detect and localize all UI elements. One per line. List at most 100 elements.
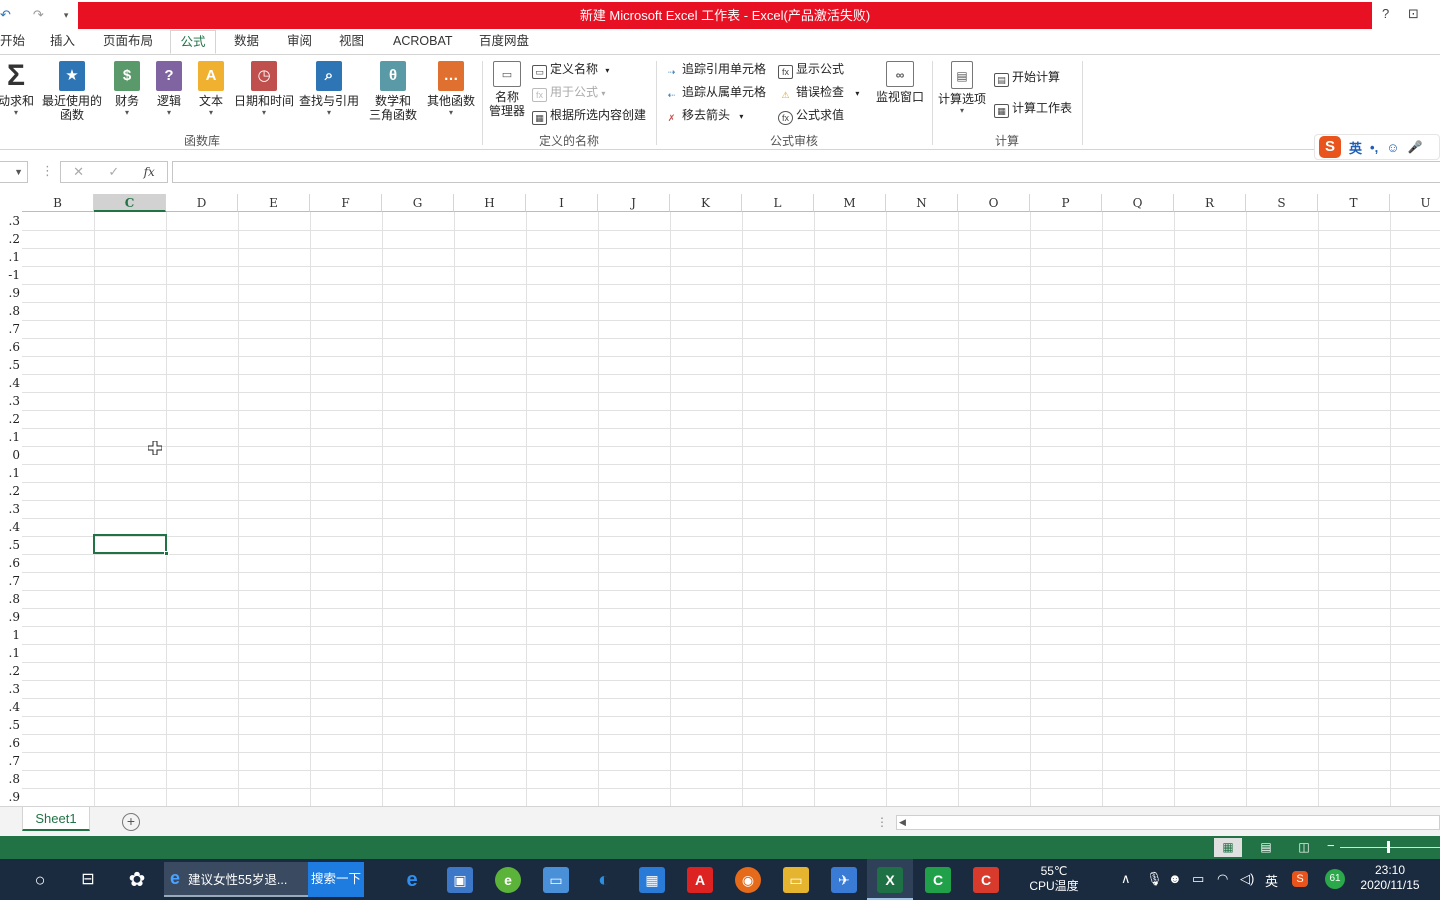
tab-review[interactable]: 审阅 xyxy=(281,30,318,54)
formula-bar-splitter[interactable]: ⋮ xyxy=(41,163,54,179)
text-button[interactable]: A 文本 ▾ xyxy=(192,61,230,118)
tray-qq-icon[interactable]: ☻ xyxy=(1168,871,1182,886)
column-a-cell[interactable]: .6 xyxy=(0,554,20,572)
column-a-cell[interactable]: .2 xyxy=(0,482,20,500)
taskbar-search-button[interactable]: 搜索一下 xyxy=(308,862,364,897)
column-header-m[interactable]: M xyxy=(814,194,886,212)
firefox-icon[interactable]: ◉ xyxy=(735,867,761,893)
sheet-tab-sheet1[interactable]: Sheet1 xyxy=(22,807,90,831)
column-a-cell[interactable]: .8 xyxy=(0,590,20,608)
tab-data[interactable]: 数据 xyxy=(228,30,265,54)
column-a-cell[interactable]: -1 xyxy=(0,266,20,284)
emoji-icon[interactable]: ☺ xyxy=(1386,140,1399,155)
column-a-cell[interactable]: .1 xyxy=(0,428,20,446)
store-icon[interactable]: ▣ xyxy=(447,867,473,893)
calculator-app-icon[interactable]: ▦ xyxy=(639,867,665,893)
column-a-cell[interactable]: .8 xyxy=(0,770,20,788)
browser-360-icon[interactable]: e xyxy=(495,867,521,893)
name-manager-button[interactable]: ▭ 名称 管理器 xyxy=(486,61,528,118)
horizontal-scrollbar[interactable]: ◀ xyxy=(896,815,1440,830)
trace-dependents-button[interactable]: ⇠ 追踪从属单元格 xyxy=(664,82,766,102)
column-a-cell[interactable]: .4 xyxy=(0,518,20,536)
column-header-d[interactable]: D xyxy=(166,194,238,212)
column-header-g[interactable]: G xyxy=(382,194,454,212)
column-a-cell[interactable]: .9 xyxy=(0,284,20,302)
calculate-sheet-button[interactable]: ▦ 计算工作表 xyxy=(994,98,1072,118)
app-swirl-icon[interactable]: ✿ xyxy=(124,867,150,893)
column-header-l[interactable]: L xyxy=(742,194,814,212)
feishu-icon[interactable]: ✈ xyxy=(831,867,857,893)
scroll-left-icon[interactable]: ◀ xyxy=(899,816,906,829)
column-a-cell[interactable]: .2 xyxy=(0,662,20,680)
tab-insert[interactable]: 插入 xyxy=(44,30,81,54)
tab-view[interactable]: 视图 xyxy=(333,30,370,54)
column-header-k[interactable]: K xyxy=(670,194,742,212)
column-a-cell[interactable]: .1 xyxy=(0,248,20,266)
autosum-button[interactable]: Σ 动求和 ▾ xyxy=(0,61,40,118)
column-header-o[interactable]: O xyxy=(958,194,1030,212)
date-time-button[interactable]: ◷ 日期和时间 ▾ xyxy=(232,61,296,118)
column-header-n[interactable]: N xyxy=(886,194,958,212)
cpu-temperature[interactable]: 55℃ CPU温度 xyxy=(1024,864,1084,894)
use-in-formula-button[interactable]: fx 用于公式 ▾ xyxy=(532,82,605,102)
worksheet-grid[interactable]: B C D E F G H I J K L M N O P Q R S T U .3.2.1 -1.9.8.7.6.5.4… xyxy=(0,194,1440,806)
column-header-e[interactable]: E xyxy=(238,194,310,212)
tab-split-handle[interactable]: ⋮ xyxy=(876,815,888,829)
cancel-icon[interactable]: ✕ xyxy=(73,164,84,180)
column-a-cell[interactable]: .1 xyxy=(0,464,20,482)
column-a-cell[interactable]: .9 xyxy=(0,788,20,806)
taskbar-browser-window[interactable]: e 建议女性55岁退... xyxy=(164,862,308,897)
microphone-icon[interactable]: 🎤 xyxy=(1407,140,1422,154)
taskbar-clock[interactable]: 23:10 2020/11/15 xyxy=(1354,863,1426,893)
column-a-cell[interactable]: 0 xyxy=(0,446,20,464)
enter-icon[interactable]: ✓ xyxy=(108,164,119,180)
tab-baidu-netdisk[interactable]: 百度网盘 xyxy=(473,30,535,54)
column-a-cell[interactable]: .4 xyxy=(0,698,20,716)
column-header-f[interactable]: F xyxy=(310,194,382,212)
sogou-logo-icon[interactable]: S xyxy=(1319,136,1341,158)
lookup-reference-button[interactable]: ⌕ 查找与引用 ▾ xyxy=(298,61,360,118)
recently-used-button[interactable]: ★ 最近使用的 函数 xyxy=(40,61,104,122)
acrobat-icon[interactable]: A xyxy=(687,867,713,893)
column-header-u[interactable]: U xyxy=(1390,194,1440,212)
column-a-cell[interactable]: .3 xyxy=(0,500,20,518)
name-box-dropdown[interactable]: ▼ xyxy=(0,161,28,183)
zoom-slider-knob[interactable] xyxy=(1387,841,1390,853)
help-icon[interactable]: ? xyxy=(1382,6,1389,21)
column-a-cell[interactable]: .3 xyxy=(0,392,20,410)
page-layout-view-button[interactable]: ▤ xyxy=(1252,838,1280,857)
calculate-now-button[interactable]: ▤ 开始计算 xyxy=(994,67,1060,87)
column-a-cell[interactable]: .2 xyxy=(0,230,20,248)
column-a-cell[interactable]: .5 xyxy=(0,536,20,554)
watch-window-button[interactable]: ∞ 监视窗口 xyxy=(872,61,928,104)
column-a-cell[interactable]: .5 xyxy=(0,716,20,734)
tray-volume-icon[interactable]: ◁) xyxy=(1240,871,1254,887)
undo-icon[interactable]: ↶ xyxy=(0,7,11,23)
tab-page-layout[interactable]: 页面布局 xyxy=(97,30,159,54)
error-checking-button[interactable]: ⚠ 错误检查 ▾ xyxy=(778,82,859,102)
column-a-cell[interactable]: .5 xyxy=(0,356,20,374)
tab-formulas[interactable]: 公式 xyxy=(170,30,216,54)
normal-view-button[interactable]: ▦ xyxy=(1214,838,1242,857)
column-a-cell[interactable]: .1 xyxy=(0,644,20,662)
column-header-p[interactable]: P xyxy=(1030,194,1102,212)
column-a-cell[interactable]: .2 xyxy=(0,410,20,428)
page-break-view-button[interactable]: ◫ xyxy=(1290,838,1318,857)
column-a-cell[interactable]: .7 xyxy=(0,572,20,590)
column-a-cell[interactable]: .3 xyxy=(0,212,20,230)
math-trig-button[interactable]: θ 数学和 三角函数 xyxy=(362,61,424,122)
column-a-cell[interactable]: .6 xyxy=(0,338,20,356)
column-a-cell[interactable]: .3 xyxy=(0,680,20,698)
tray-sogou-icon[interactable]: S xyxy=(1292,871,1308,887)
ribbon-display-options-icon[interactable]: ⊡ xyxy=(1408,6,1419,22)
remove-arrows-button[interactable]: ✗ 移去箭头 ▾ xyxy=(664,105,744,125)
trace-precedents-button[interactable]: ⇢ 追踪引用单元格 xyxy=(664,59,766,79)
formula-input[interactable] xyxy=(172,161,1440,183)
customize-qat-icon[interactable]: ▾ xyxy=(64,10,69,21)
camtasia-red-icon[interactable]: C xyxy=(973,867,999,893)
column-header-q[interactable]: Q xyxy=(1102,194,1174,212)
qq-browser-icon[interactable]: ◐ xyxy=(591,867,617,893)
financial-button[interactable]: $ 财务 ▾ xyxy=(108,61,146,118)
edge-icon[interactable]: e xyxy=(399,867,425,893)
column-header-i[interactable]: I xyxy=(526,194,598,212)
